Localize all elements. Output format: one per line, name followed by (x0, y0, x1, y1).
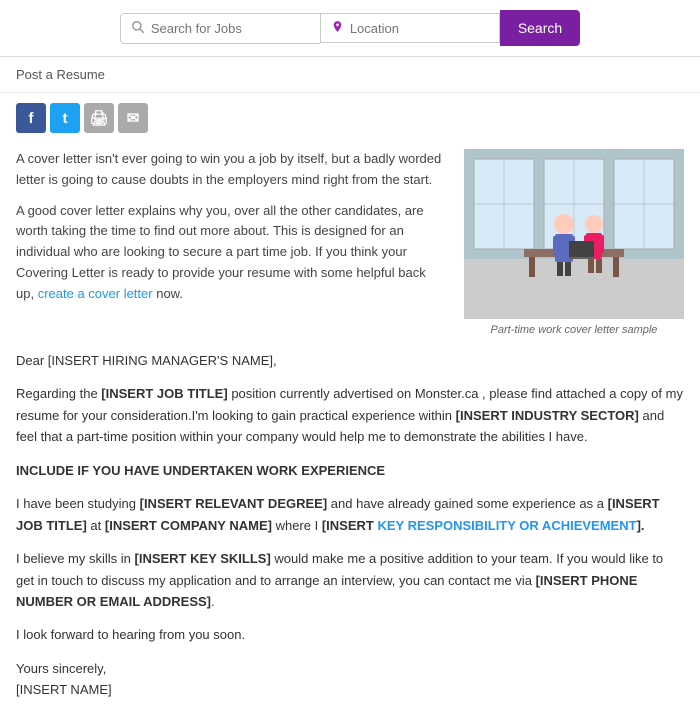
intro-paragraph-1: A cover letter isn't ever going to win y… (16, 149, 444, 191)
letter-paragraph-2: I have been studying [INSERT RELEVANT DE… (16, 493, 684, 536)
print-button[interactable]: 🖨 (84, 103, 114, 133)
post-resume-link[interactable]: Post a Resume (16, 67, 105, 82)
letter-closing-1: I look forward to hearing from you soon. (16, 624, 684, 645)
post-resume-bar: Post a Resume (0, 57, 700, 93)
search-button[interactable]: Search (500, 10, 580, 46)
image-caption: Part-time work cover letter sample (464, 324, 684, 336)
intro-text: A cover letter isn't ever going to win y… (16, 149, 444, 336)
twitter-share-button[interactable]: t (50, 103, 80, 133)
letter-paragraph-1: Regarding the [INSERT JOB TITLE] positio… (16, 383, 684, 447)
letter-body: Dear [INSERT HIRING MANAGER'S NAME], Reg… (16, 350, 684, 701)
search-jobs-wrapper (120, 13, 320, 44)
location-icon (331, 20, 344, 36)
letter-paragraph-3: I believe my skills in [INSERT KEY SKILL… (16, 548, 684, 612)
office-image (464, 149, 684, 319)
intro-paragraph-2: A good cover letter explains why you, ov… (16, 201, 444, 305)
main-content: A cover letter isn't ever going to win y… (0, 139, 700, 723)
search-icon (131, 20, 145, 37)
location-wrapper (320, 13, 500, 43)
letter-closing-2: Yours sincerely, [INSERT NAME] (16, 658, 684, 701)
work-experience-heading: INCLUDE IF YOU HAVE UNDERTAKEN WORK EXPE… (16, 460, 684, 481)
facebook-share-button[interactable]: f (16, 103, 46, 133)
social-icons-bar: f t 🖨 ✉ (0, 93, 700, 139)
header: Search (0, 0, 700, 57)
email-share-button[interactable]: ✉ (118, 103, 148, 133)
letter-salutation: Dear [INSERT HIRING MANAGER'S NAME], (16, 350, 684, 371)
search-jobs-input[interactable] (151, 21, 310, 36)
location-input[interactable] (350, 21, 489, 36)
create-cover-letter-link[interactable]: create a cover letter (38, 286, 153, 301)
intro-layout: A cover letter isn't ever going to win y… (16, 149, 684, 336)
office-image-block: Part-time work cover letter sample (464, 149, 684, 336)
